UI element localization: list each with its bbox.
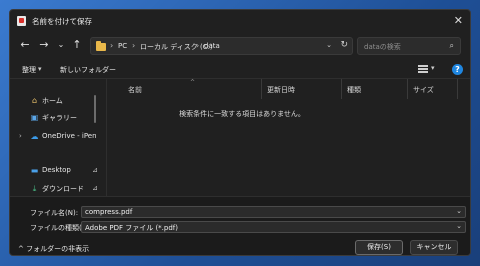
sidebar-scrollbar[interactable]: [94, 95, 96, 123]
view-chevron-icon[interactable]: ▾: [431, 64, 435, 72]
breadcrumb-data[interactable]: data: [204, 42, 220, 50]
gallery-icon: ▣: [30, 113, 39, 122]
file-list: ^ 名前 更新日時 種類 サイズ 検索条件に一致する項目はありません。: [106, 79, 470, 196]
home-icon: ⌂: [31, 96, 38, 105]
sidebar-item-label: OneDrive - iPen: [42, 132, 97, 140]
column-divider[interactable]: [457, 79, 458, 99]
navigation-bar: ← → ⌄ ↑ › PC › ローカル ディスク (C:) › data ⌄ ↻…: [10, 34, 470, 58]
expand-chevron-icon[interactable]: ›: [19, 132, 22, 140]
filename-label: ファイル名(N):: [30, 209, 79, 217]
search-placeholder: dataの検索: [364, 43, 401, 51]
search-box[interactable]: dataの検索 ⌕: [357, 37, 461, 55]
column-divider[interactable]: [341, 79, 342, 99]
dialog-title: 名前を付けて保存: [32, 17, 92, 26]
organize-menu[interactable]: 整理: [22, 65, 36, 75]
column-header-size[interactable]: サイズ: [413, 85, 434, 95]
column-divider[interactable]: [407, 79, 408, 99]
cancel-button[interactable]: キャンセル: [410, 240, 458, 255]
sidebar-item-home[interactable]: ⌂ ホーム: [10, 93, 106, 109]
address-dropdown-icon[interactable]: ⌄: [326, 41, 332, 49]
breadcrumb-separator: ›: [196, 41, 200, 50]
sort-caret-icon: ^: [190, 79, 196, 86]
filetype-value: Adobe PDF ファイル (*.pdf): [85, 224, 178, 232]
pdf-app-icon: [17, 16, 26, 26]
close-icon[interactable]: ✕: [454, 14, 463, 27]
hide-folders-label: フォルダーの非表示: [26, 245, 90, 253]
column-header-type[interactable]: 種類: [347, 85, 361, 95]
sidebar-item-downloads[interactable]: ⤓ ダウンロード ⊿: [10, 181, 106, 197]
sidebar-item-onedrive[interactable]: › ☁ OneDrive - iPen: [10, 129, 106, 145]
breadcrumb-local-disk[interactable]: ローカル ディスク (C:): [140, 42, 213, 52]
up-arrow-icon[interactable]: ↑: [70, 38, 84, 52]
filetype-dropdown-icon[interactable]: ⌄: [456, 222, 462, 230]
command-bar: 整理 ▾ 新しいフォルダー ▾ ?: [10, 61, 470, 79]
filename-field[interactable]: compress.pdf ⌄: [81, 206, 466, 218]
pin-icon: ⊿: [92, 166, 98, 174]
refresh-icon[interactable]: ↻: [340, 40, 348, 50]
organize-chevron-icon[interactable]: ▾: [38, 65, 42, 73]
title-bar: 名前を付けて保存 ✕: [10, 10, 470, 32]
new-folder-button[interactable]: 新しいフォルダー: [60, 65, 116, 75]
sidebar-item-label: ギャラリー: [42, 114, 77, 122]
column-divider[interactable]: [261, 79, 262, 99]
save-options-panel: ファイル名(N): compress.pdf ⌄ ファイルの種類(T): Ado…: [10, 196, 470, 255]
address-bar[interactable]: › PC › ローカル ディスク (C:) › data ⌄ ↻: [90, 37, 353, 55]
chevron-up-icon: ^: [18, 245, 24, 253]
sidebar-item-desktop[interactable]: ▬ Desktop ⊿: [10, 163, 106, 179]
download-icon: ⤓: [32, 184, 37, 193]
sidebar-item-label: Desktop: [42, 166, 71, 174]
empty-results-message: 検索条件に一致する項目はありません。: [179, 110, 305, 118]
save-button[interactable]: 保存(S): [355, 240, 403, 255]
view-list-icon[interactable]: [418, 65, 428, 73]
breadcrumb-pc[interactable]: PC: [118, 42, 127, 50]
forward-arrow-icon[interactable]: →: [37, 38, 51, 52]
help-icon[interactable]: ?: [452, 64, 463, 75]
folder-icon: [96, 41, 106, 51]
navigation-pane: ⌂ ホーム ▣ ギャラリー › ☁ OneDrive - iPen ▬ Desk…: [10, 79, 106, 196]
sidebar-item-label: ホーム: [42, 97, 63, 105]
back-arrow-icon[interactable]: ←: [18, 38, 32, 52]
filetype-select[interactable]: Adobe PDF ファイル (*.pdf) ⌄: [81, 221, 466, 233]
filename-value: compress.pdf: [85, 208, 133, 216]
breadcrumb-separator: ›: [110, 41, 114, 50]
cloud-icon: ☁: [30, 132, 39, 141]
breadcrumb-separator: ›: [132, 41, 136, 50]
column-header-modified[interactable]: 更新日時: [267, 85, 295, 95]
desktop-icon: ▬: [30, 166, 39, 175]
pin-icon: ⊿: [92, 184, 98, 192]
save-as-dialog: 名前を付けて保存 ✕ ← → ⌄ ↑ › PC › ローカル ディスク (C:)…: [9, 9, 471, 256]
sidebar-item-gallery[interactable]: ▣ ギャラリー: [10, 110, 106, 126]
sidebar-item-label: ダウンロード: [42, 185, 84, 193]
recent-locations-chevron-icon[interactable]: ⌄: [54, 38, 68, 52]
filename-dropdown-icon[interactable]: ⌄: [456, 207, 462, 215]
search-icon: ⌕: [449, 41, 454, 50]
column-header-name[interactable]: 名前: [128, 85, 142, 95]
hide-folders-toggle[interactable]: ^ フォルダーの非表示: [18, 244, 89, 254]
